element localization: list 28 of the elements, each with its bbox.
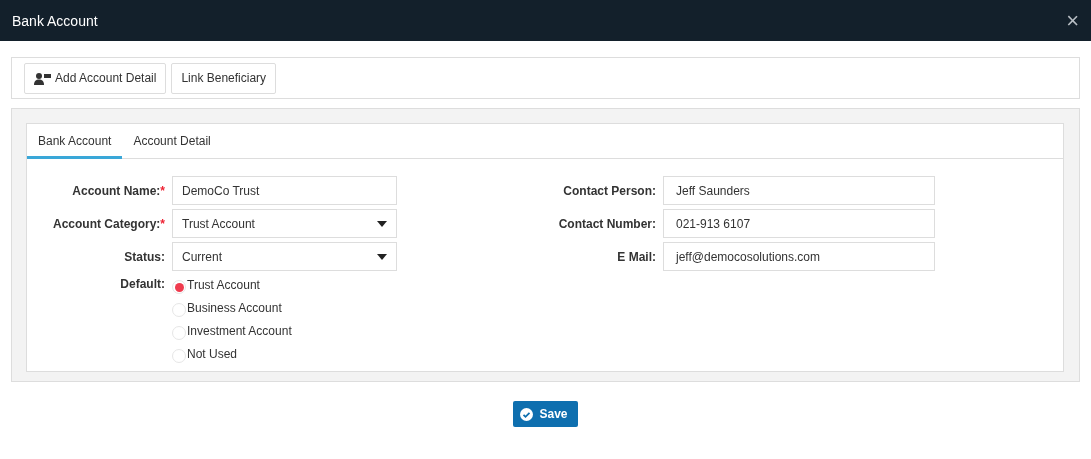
input-field[interactable]: DemoCo Trust	[172, 176, 397, 205]
close-button[interactable]: ×	[1066, 9, 1079, 32]
dropdown[interactable]: Current	[172, 242, 397, 271]
field-label: Status:	[123, 249, 166, 264]
radio-option[interactable]: Trust Account	[172, 275, 292, 294]
caret-icon	[377, 253, 387, 260]
toolbar-button[interactable]: Add Account Detail	[24, 62, 167, 94]
save-button[interactable]: Save	[513, 401, 578, 427]
field-label: Account Category:*	[52, 216, 166, 231]
field-label: Contact Person:	[562, 183, 657, 198]
person-card-icon	[34, 71, 51, 85]
radio-option[interactable]: Business Account	[172, 298, 292, 317]
field-label: Default:	[119, 276, 166, 291]
input-field[interactable]: 021-913 6107	[663, 209, 935, 238]
check-circle-icon	[520, 407, 534, 421]
radio-option[interactable]: Investment Account	[172, 321, 292, 340]
dropdown[interactable]: Trust Account	[172, 209, 397, 238]
toolbar-button[interactable]: Link Beneficiary	[171, 62, 277, 94]
field-label: Contact Number:	[557, 216, 657, 231]
tab[interactable]: Account Detail	[122, 124, 222, 159]
tab[interactable]: Bank Account	[27, 124, 123, 159]
radio-option[interactable]: Not Used	[172, 344, 292, 363]
field-label: E Mail:	[616, 249, 657, 264]
input-field[interactable]: Jeff Saunders	[663, 176, 935, 205]
input-field[interactable]: jeff@democosolutions.com	[663, 242, 935, 271]
caret-icon	[377, 220, 387, 227]
field-label: Account Name:*	[71, 183, 166, 198]
window-title: Bank Account	[12, 12, 98, 29]
